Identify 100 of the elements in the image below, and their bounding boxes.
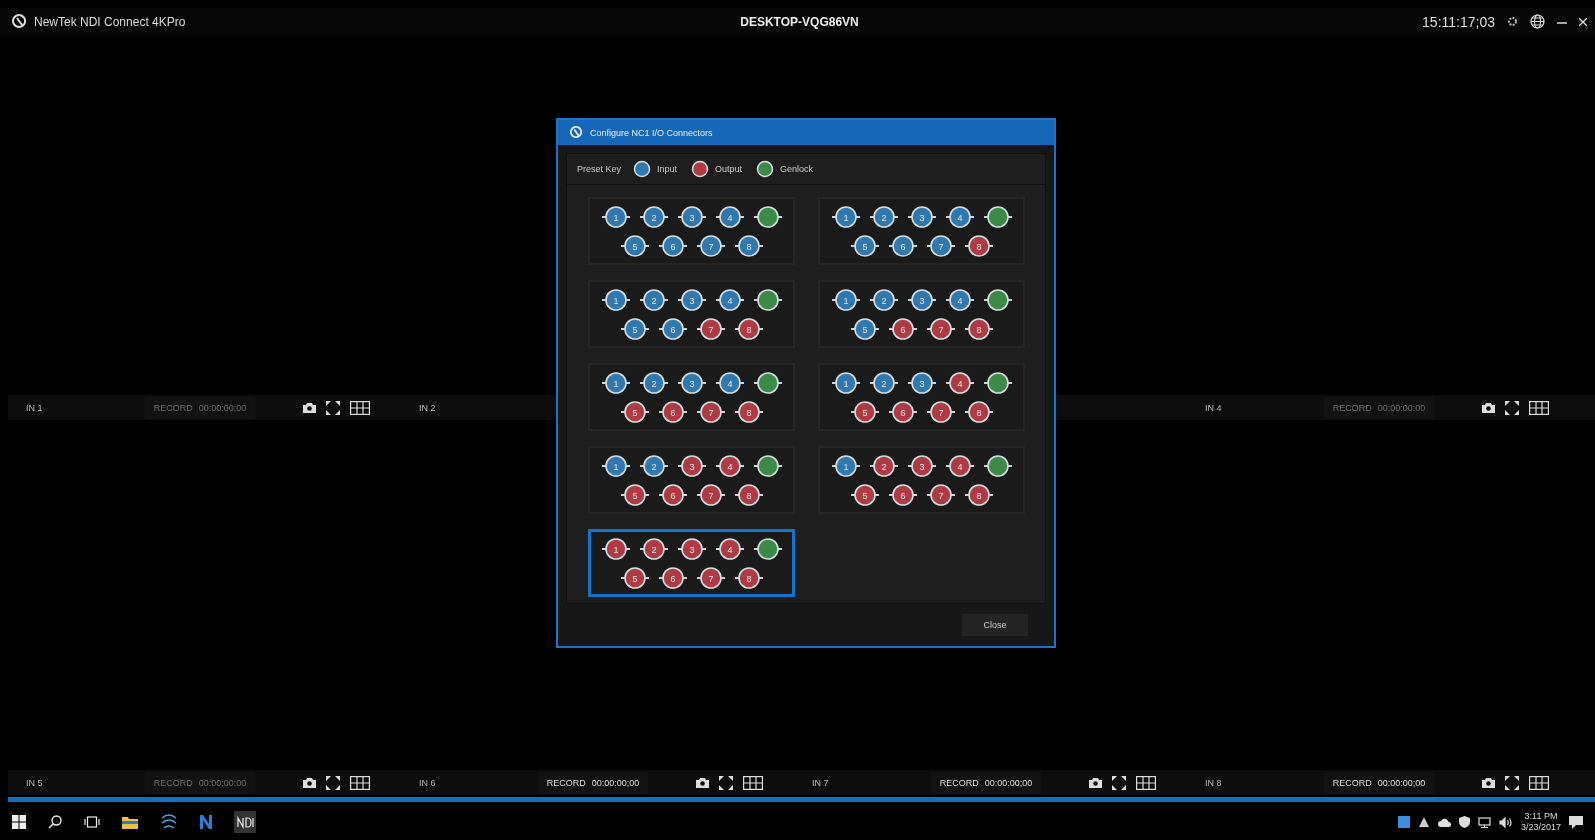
- connector-icon: 3: [907, 205, 936, 228]
- connector-icon: [753, 454, 782, 477]
- clock[interactable]: 3:11 PM 3/23/2017: [1520, 811, 1561, 833]
- connector-icon: 7: [696, 234, 725, 257]
- connector-icon: 7: [926, 483, 955, 506]
- connector-icon: 8: [734, 317, 763, 340]
- volume-icon[interactable]: [1498, 816, 1513, 828]
- camera-icon[interactable]: [1482, 777, 1495, 788]
- globe-icon[interactable]: [1530, 14, 1545, 29]
- connector-icon: 8: [964, 483, 993, 506]
- grid-icon[interactable]: [350, 775, 370, 790]
- connector-icon: 5: [620, 317, 649, 340]
- close-button[interactable]: Close: [962, 614, 1028, 636]
- record-button[interactable]: RECORD 00:00:00;00: [931, 771, 1041, 794]
- connector-icon: [983, 454, 1012, 477]
- connector-icon: 4: [945, 371, 974, 394]
- connector-icon: 1: [601, 288, 630, 311]
- tray-icon[interactable]: [1397, 816, 1410, 828]
- connector-icon: 6: [888, 400, 917, 423]
- grid-icon[interactable]: [1529, 400, 1549, 415]
- connector-icon: [983, 288, 1012, 311]
- folder-icon[interactable]: [122, 815, 138, 829]
- connector-icon: 2: [639, 537, 668, 560]
- legend-label: Genlock: [780, 164, 814, 174]
- preset-option[interactable]: 1 2 3 4 5 6 7 8: [818, 446, 1025, 514]
- record-button[interactable]: RECORD 00:00:00;00: [1324, 771, 1434, 794]
- ndi-app-icon[interactable]: [234, 811, 256, 833]
- search-icon[interactable]: [48, 815, 62, 829]
- fullscreen-icon[interactable]: [1112, 775, 1126, 790]
- connector-icon: 5: [850, 483, 879, 506]
- connector-icon: 7: [696, 400, 725, 423]
- preset-option[interactable]: 1 2 3 4 5 6 7 8: [588, 363, 795, 431]
- connector-icon: 6: [888, 317, 917, 340]
- connector-icon: 4: [715, 537, 744, 560]
- preset-option[interactable]: 1 2 3 4 5 6 7 8: [588, 529, 795, 597]
- channel-label: IN 1: [25, 402, 44, 413]
- connector-icon: [753, 288, 782, 311]
- tray-icon[interactable]: [1417, 816, 1430, 828]
- shield-icon[interactable]: [1458, 816, 1470, 828]
- connector-icon: 1: [601, 205, 630, 228]
- connector-icon: 5: [620, 234, 649, 257]
- record-button[interactable]: RECORD 00:00:00;00: [538, 771, 648, 794]
- connector-icon: 6: [658, 483, 687, 506]
- preset-option[interactable]: 1 2 3 4 5 6 7 8: [588, 280, 795, 348]
- connector-icon: 5: [620, 566, 649, 589]
- connector-icon: 3: [677, 205, 706, 228]
- connector-icon: 7: [696, 317, 725, 340]
- connector-icon: 7: [926, 234, 955, 257]
- preset-option[interactable]: 1 2 3 4 5 6 7 8: [588, 446, 795, 514]
- preset-option[interactable]: 1 2 3 4 5 6 7 8: [818, 197, 1025, 265]
- connector-icon: 3: [907, 454, 936, 477]
- connector-icon: [753, 537, 782, 560]
- connector-icon: [753, 205, 782, 228]
- preset-option[interactable]: 1 2 3 4 5 6 7 8: [818, 363, 1025, 431]
- connector-icon: 8: [964, 317, 993, 340]
- network-icon[interactable]: [1477, 816, 1491, 828]
- channel-label: IN 5: [25, 777, 44, 788]
- camera-icon[interactable]: [696, 777, 709, 788]
- close-icon[interactable]: [1579, 17, 1587, 26]
- fullscreen-icon[interactable]: [1505, 400, 1519, 415]
- channel-label: IN 2: [418, 402, 437, 413]
- task-view-icon[interactable]: [84, 816, 100, 828]
- grid-icon[interactable]: [743, 775, 763, 790]
- connector-icon: 2: [869, 371, 898, 394]
- connector-icon: 5: [850, 317, 879, 340]
- cloud-icon[interactable]: [1437, 817, 1451, 827]
- camera-icon[interactable]: [1089, 777, 1102, 788]
- app-icon[interactable]: [200, 815, 212, 829]
- connector-icon: 1: [831, 205, 860, 228]
- windows-start-icon[interactable]: [12, 815, 26, 829]
- connector-icon: 7: [696, 483, 725, 506]
- preset-option[interactable]: 1 2 3 4 5 6 7 8: [588, 197, 795, 265]
- grid-icon[interactable]: [350, 400, 370, 415]
- camera-icon[interactable]: [1482, 402, 1495, 413]
- connector-icon: 2: [639, 288, 668, 311]
- grid-icon[interactable]: [1136, 775, 1156, 790]
- connector-icon: 6: [658, 234, 687, 257]
- fullscreen-icon[interactable]: [326, 775, 340, 790]
- logo-icon: [12, 14, 26, 29]
- settings-icon[interactable]: [1507, 16, 1518, 27]
- app-icon[interactable]: [160, 814, 178, 830]
- notification-icon[interactable]: [1569, 815, 1583, 829]
- connector-icon: 8: [964, 400, 993, 423]
- camera-icon[interactable]: [303, 402, 316, 413]
- fullscreen-icon[interactable]: [1505, 775, 1519, 790]
- connector-icon: 3: [677, 371, 706, 394]
- connector-icon: 3: [677, 454, 706, 477]
- connector-icon: 4: [945, 205, 974, 228]
- connector-icon: 4: [715, 288, 744, 311]
- grid-icon[interactable]: [1529, 775, 1549, 790]
- connector-icon: 6: [658, 566, 687, 589]
- connector-icon: 1: [601, 371, 630, 394]
- connector-icon: 5: [850, 234, 879, 257]
- connector-icon: 3: [677, 288, 706, 311]
- camera-icon[interactable]: [303, 777, 316, 788]
- fullscreen-icon[interactable]: [326, 400, 340, 415]
- channel-label: IN 6: [418, 777, 437, 788]
- fullscreen-icon[interactable]: [719, 775, 733, 790]
- preset-option[interactable]: 1 2 3 4 5 6 7 8: [818, 280, 1025, 348]
- key-label: Preset Key: [577, 164, 622, 174]
